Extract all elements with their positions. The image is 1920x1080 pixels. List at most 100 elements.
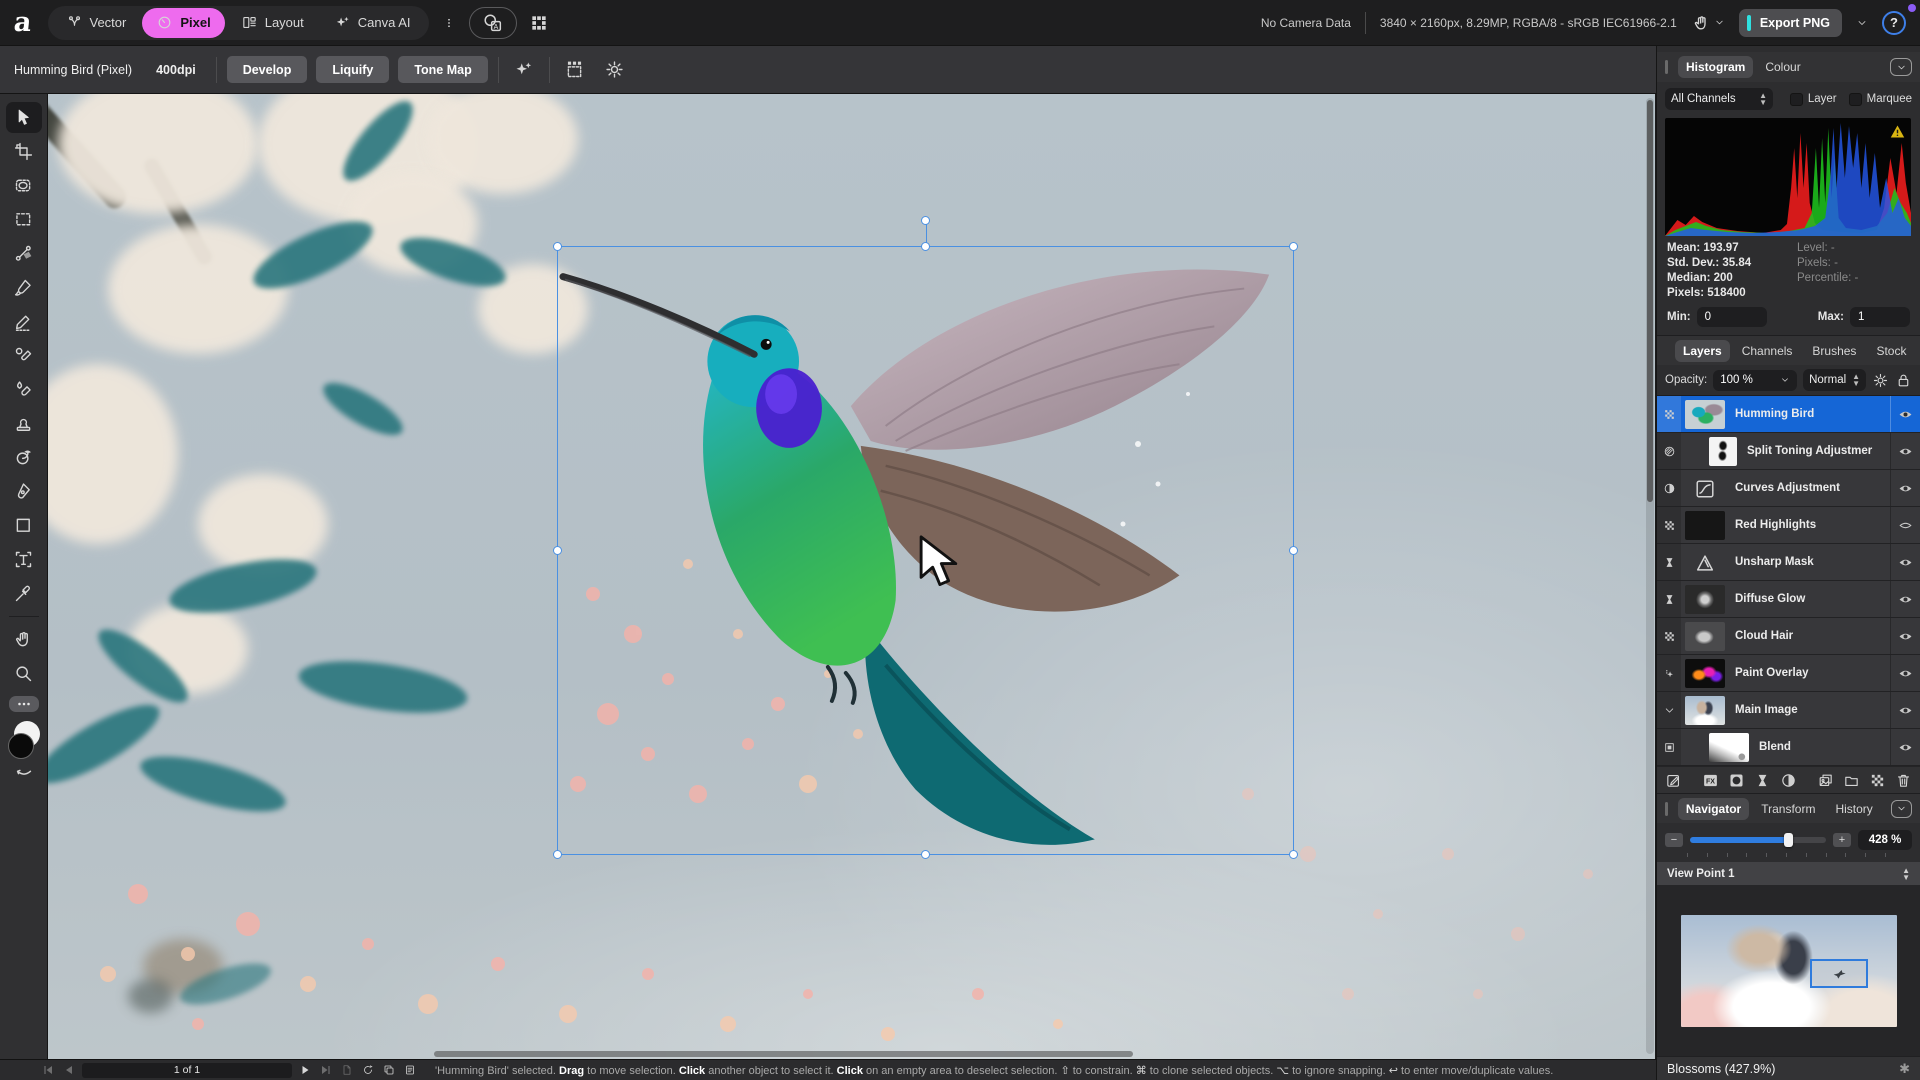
delete-layer-icon[interactable] (1895, 772, 1912, 789)
layer-visibility-on[interactable] (1890, 618, 1920, 654)
tool-blur-brush[interactable] (6, 374, 42, 405)
previous-page-icon[interactable] (61, 1063, 77, 1077)
tool-zoom[interactable] (6, 658, 42, 689)
layer-thumbnail-cloud[interactable] (1685, 622, 1725, 651)
tool-rectangle[interactable] (6, 510, 42, 541)
zoom-slider-knob[interactable] (1784, 833, 1793, 847)
opacity-field[interactable]: 100 % (1713, 370, 1797, 391)
selection-handle-w[interactable] (553, 546, 562, 555)
colour-swatches[interactable] (7, 721, 41, 761)
tool-frame-text[interactable] (6, 544, 42, 575)
notes-icon[interactable] (402, 1063, 418, 1077)
layer-visibility-on[interactable] (1890, 655, 1920, 691)
layer-row[interactable]: Main Image (1657, 692, 1920, 729)
tool-colour-replacement-brush[interactable] (6, 340, 42, 371)
more-options-icon[interactable] (439, 13, 459, 33)
layer-thumbnail-photo[interactable] (1685, 696, 1725, 725)
cycle-icon[interactable] (360, 1063, 376, 1077)
document-canvas[interactable] (48, 94, 1655, 1059)
tool-gradient[interactable] (6, 238, 42, 269)
export-dropdown-chevron[interactable] (1856, 17, 1868, 29)
tool-pen[interactable] (6, 476, 42, 507)
tool-rectangular-marquee[interactable] (6, 204, 42, 235)
layer-visibility-on[interactable] (1890, 396, 1920, 432)
navigator-tab-transform[interactable]: Transform (1753, 798, 1823, 820)
layer-badge-checker[interactable] (1657, 618, 1681, 654)
persona-layout[interactable]: Layout (227, 8, 318, 38)
horizontal-scrollbar[interactable] (52, 1050, 1642, 1058)
navigator-thumbnail[interactable] (1681, 915, 1897, 1027)
tool-colour-picker[interactable] (6, 578, 42, 609)
layer-visibility-on[interactable] (1890, 470, 1920, 506)
navigator-tab-navigator[interactable]: Navigator (1678, 798, 1749, 820)
layer-badge-chev[interactable] (1657, 692, 1681, 728)
layer-row[interactable]: Red Highlights (1657, 507, 1920, 544)
layer-visibility-off[interactable] (1890, 507, 1920, 543)
tool-dodge-burn[interactable] (6, 442, 42, 473)
auto-enhance-icon[interactable] (509, 55, 539, 85)
persona-canva-ai[interactable]: Canva AI (320, 8, 425, 38)
layers-tab-brushes[interactable]: Brushes (1804, 340, 1864, 362)
selection-handle-s[interactable] (921, 850, 930, 859)
layer-row[interactable]: Humming Bird (1657, 396, 1920, 433)
live-filter-icon[interactable] (1754, 772, 1771, 789)
persona-pixel[interactable]: Pixel (142, 8, 224, 38)
layer-badge-masksq[interactable] (1657, 729, 1681, 765)
layer-row[interactable]: Diffuse Glow (1657, 581, 1920, 618)
primary-colour-swatch[interactable] (8, 733, 34, 759)
layer-badge-sparklesm[interactable] (1657, 655, 1681, 691)
layer-checkbox-box[interactable] (1790, 93, 1803, 106)
layer-visibility-on[interactable] (1890, 544, 1920, 580)
layer-visibility-on[interactable] (1890, 692, 1920, 728)
duplicate-icon[interactable] (381, 1063, 397, 1077)
navigator-viewport-rect[interactable] (1810, 959, 1868, 988)
layer-row[interactable]: Cloud Hair (1657, 618, 1920, 655)
export-png-button[interactable]: Export PNG (1739, 9, 1842, 37)
selection-handle-nw[interactable] (553, 242, 562, 251)
max-input[interactable] (1850, 307, 1910, 327)
blend-mode-select[interactable]: Normal ▲▼ (1803, 369, 1866, 391)
layer-badge-checker[interactable] (1657, 507, 1681, 543)
play-icon[interactable] (297, 1063, 313, 1077)
tool-move[interactable] (6, 102, 42, 133)
liquify-button[interactable]: Liquify (316, 56, 389, 83)
rotation-handle[interactable] (921, 216, 930, 225)
layer-row[interactable]: Split Toning Adjustmer (1657, 433, 1920, 470)
view-point-row[interactable]: View Point 1 ▲▼ (1657, 862, 1920, 885)
adjustment-icon[interactable] (1780, 772, 1797, 789)
layer-thumbnail-mask[interactable] (1709, 437, 1737, 466)
layer-badge-adjh[interactable] (1657, 470, 1681, 506)
histogram-tab-colour[interactable]: Colour (1757, 56, 1808, 78)
layer-badge-hourglass[interactable] (1657, 544, 1681, 580)
tool-view-hand[interactable] (6, 624, 42, 655)
settings-gear-icon[interactable] (600, 55, 630, 85)
snapping-grid-icon[interactable] (560, 55, 590, 85)
layer-visibility-on[interactable] (1890, 581, 1920, 617)
histogram-tab-histogram[interactable]: Histogram (1678, 56, 1753, 78)
layers-tab-channels[interactable]: Channels (1734, 340, 1801, 362)
layers-tab-layers[interactable]: Layers (1675, 340, 1730, 362)
edit-layer-icon[interactable] (1665, 772, 1682, 789)
layer-thumbnail-bird[interactable] (1685, 400, 1725, 429)
checkbox-marquee[interactable]: Marquee (1849, 93, 1912, 106)
checkbox-layer[interactable]: Layer (1790, 93, 1837, 106)
layer-thumbnail-triangle[interactable] (1685, 548, 1725, 577)
next-page-icon[interactable] (318, 1063, 334, 1077)
lock-layer-icon[interactable] (1895, 372, 1912, 389)
tool-pixel-pencil[interactable] (6, 306, 42, 337)
layer-row[interactable]: Curves Adjustment (1657, 470, 1920, 507)
selection-handle-ne[interactable] (1289, 242, 1298, 251)
zoom-slider[interactable] (1690, 833, 1826, 847)
zoom-out-button[interactable]: − (1665, 833, 1683, 847)
hand-gesture-icon[interactable] (1691, 13, 1725, 33)
layer-thumbnail-blend[interactable] (1709, 733, 1749, 762)
navigator-tab-history[interactable]: History (1827, 798, 1880, 820)
collapse-navigator-button[interactable] (1891, 800, 1912, 818)
tool-crop[interactable] (6, 136, 42, 167)
channel-select[interactable]: All Channels ▲▼ (1665, 88, 1773, 110)
layer-thumbnail-paint[interactable] (1685, 659, 1725, 688)
selection-handle-sw[interactable] (553, 850, 562, 859)
layer-row[interactable]: Unsharp Mask (1657, 544, 1920, 581)
studio-grid-button[interactable] (517, 7, 561, 39)
layer-badge-adjc[interactable] (1657, 433, 1681, 469)
